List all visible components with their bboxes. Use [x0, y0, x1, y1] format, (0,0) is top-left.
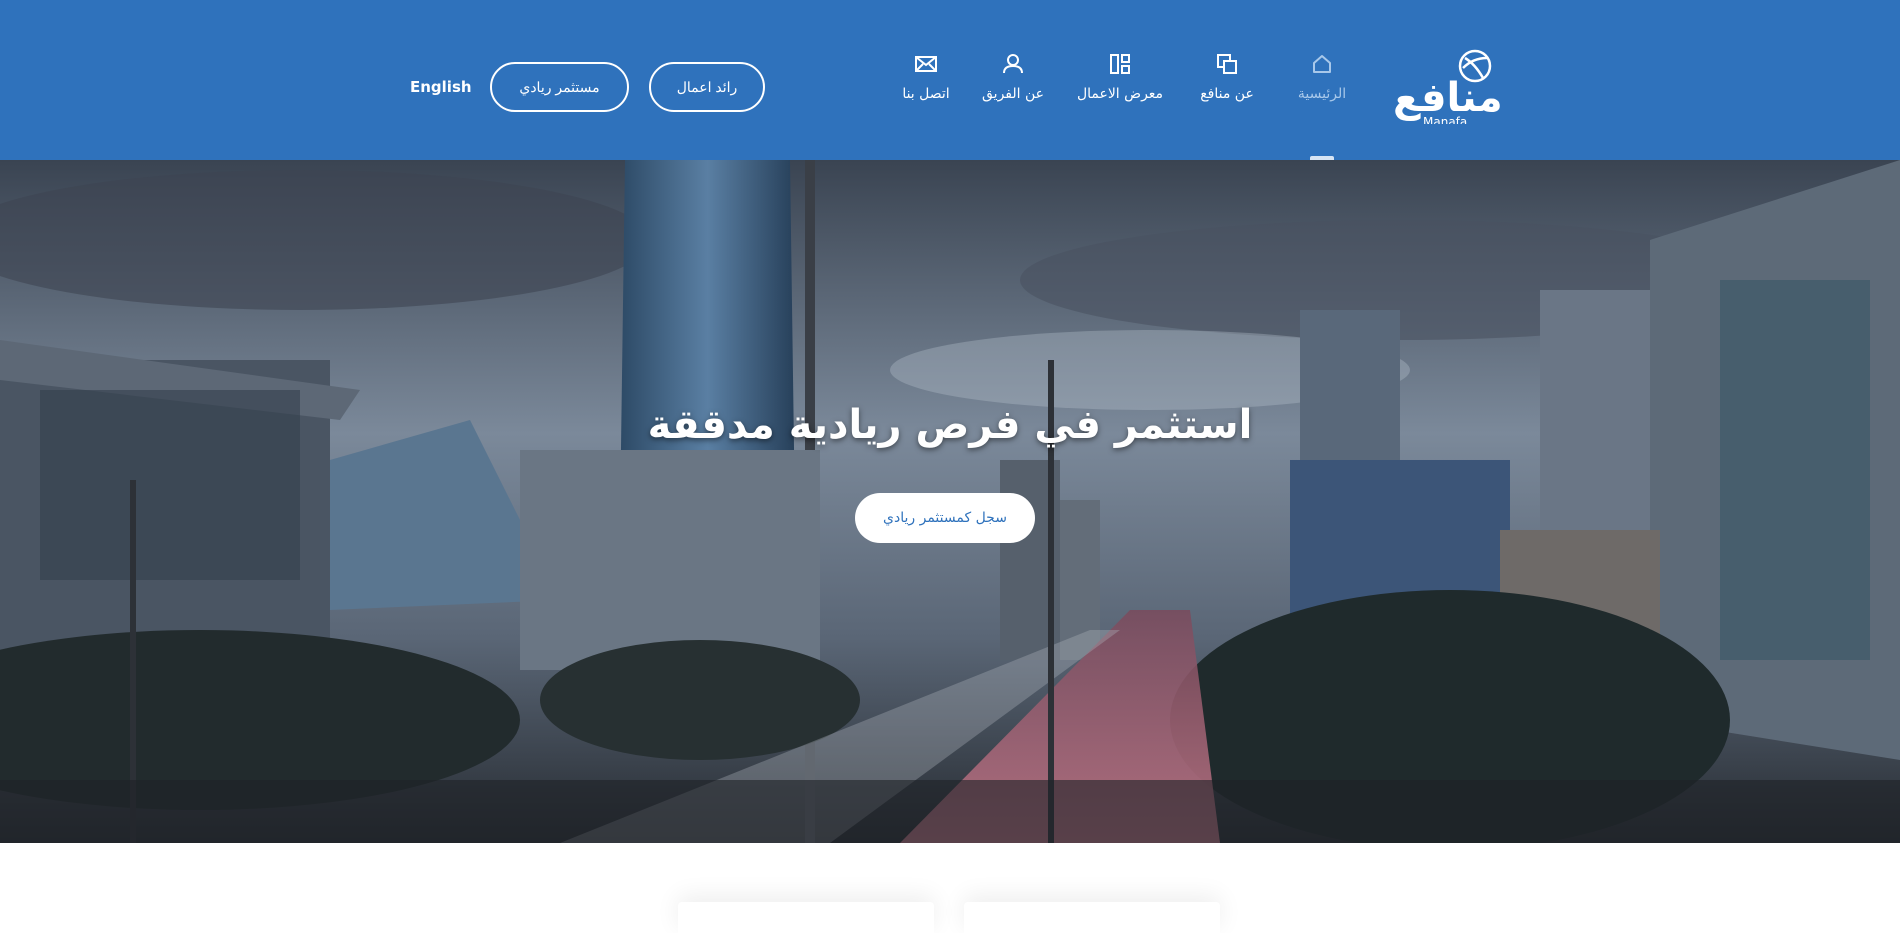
nav-item-team[interactable]: عن الفريق — [973, 52, 1053, 112]
investor-button[interactable]: مستثمر ريادي — [490, 62, 629, 112]
nav-item-home[interactable]: الرئيسية — [1282, 52, 1362, 112]
nav-item-label: عن الفريق — [982, 86, 1044, 102]
site-header: منافع Manafa الرئيسية عن منافع معرض الاع… — [0, 0, 1900, 160]
nav-item-label: عن منافع — [1200, 86, 1254, 102]
feature-card — [964, 902, 1220, 933]
entrepreneur-button[interactable]: رائد اعمال — [649, 62, 765, 112]
hero-title: استثمر في فرص ريادية مدققة — [647, 402, 1253, 448]
brand-logo[interactable]: منافع Manafa — [1393, 48, 1503, 124]
nav-item-about[interactable]: عن منافع — [1187, 52, 1267, 112]
nav-item-label: اتصل بنا — [902, 86, 950, 102]
user-icon — [1003, 54, 1023, 74]
mail-icon — [915, 56, 937, 72]
dashboard-icon — [1110, 54, 1130, 74]
register-investor-button[interactable]: سجل كمستثمر ريادي — [855, 493, 1035, 543]
copy-icon — [1217, 54, 1237, 74]
hero-section: استثمر في فرص ريادية مدققة سجل كمستثمر ر… — [0, 160, 1900, 843]
home-icon — [1313, 55, 1331, 73]
language-switch-link[interactable]: English — [410, 78, 472, 96]
nav-item-portfolio[interactable]: معرض الاعمال — [1070, 52, 1170, 112]
brand-name-en: Manafa — [1423, 115, 1468, 124]
nav-item-label: الرئيسية — [1297, 86, 1347, 102]
nav-item-label: معرض الاعمال — [1076, 86, 1164, 102]
nav-item-contact[interactable]: اتصل بنا — [886, 52, 966, 112]
feature-card — [678, 902, 934, 933]
